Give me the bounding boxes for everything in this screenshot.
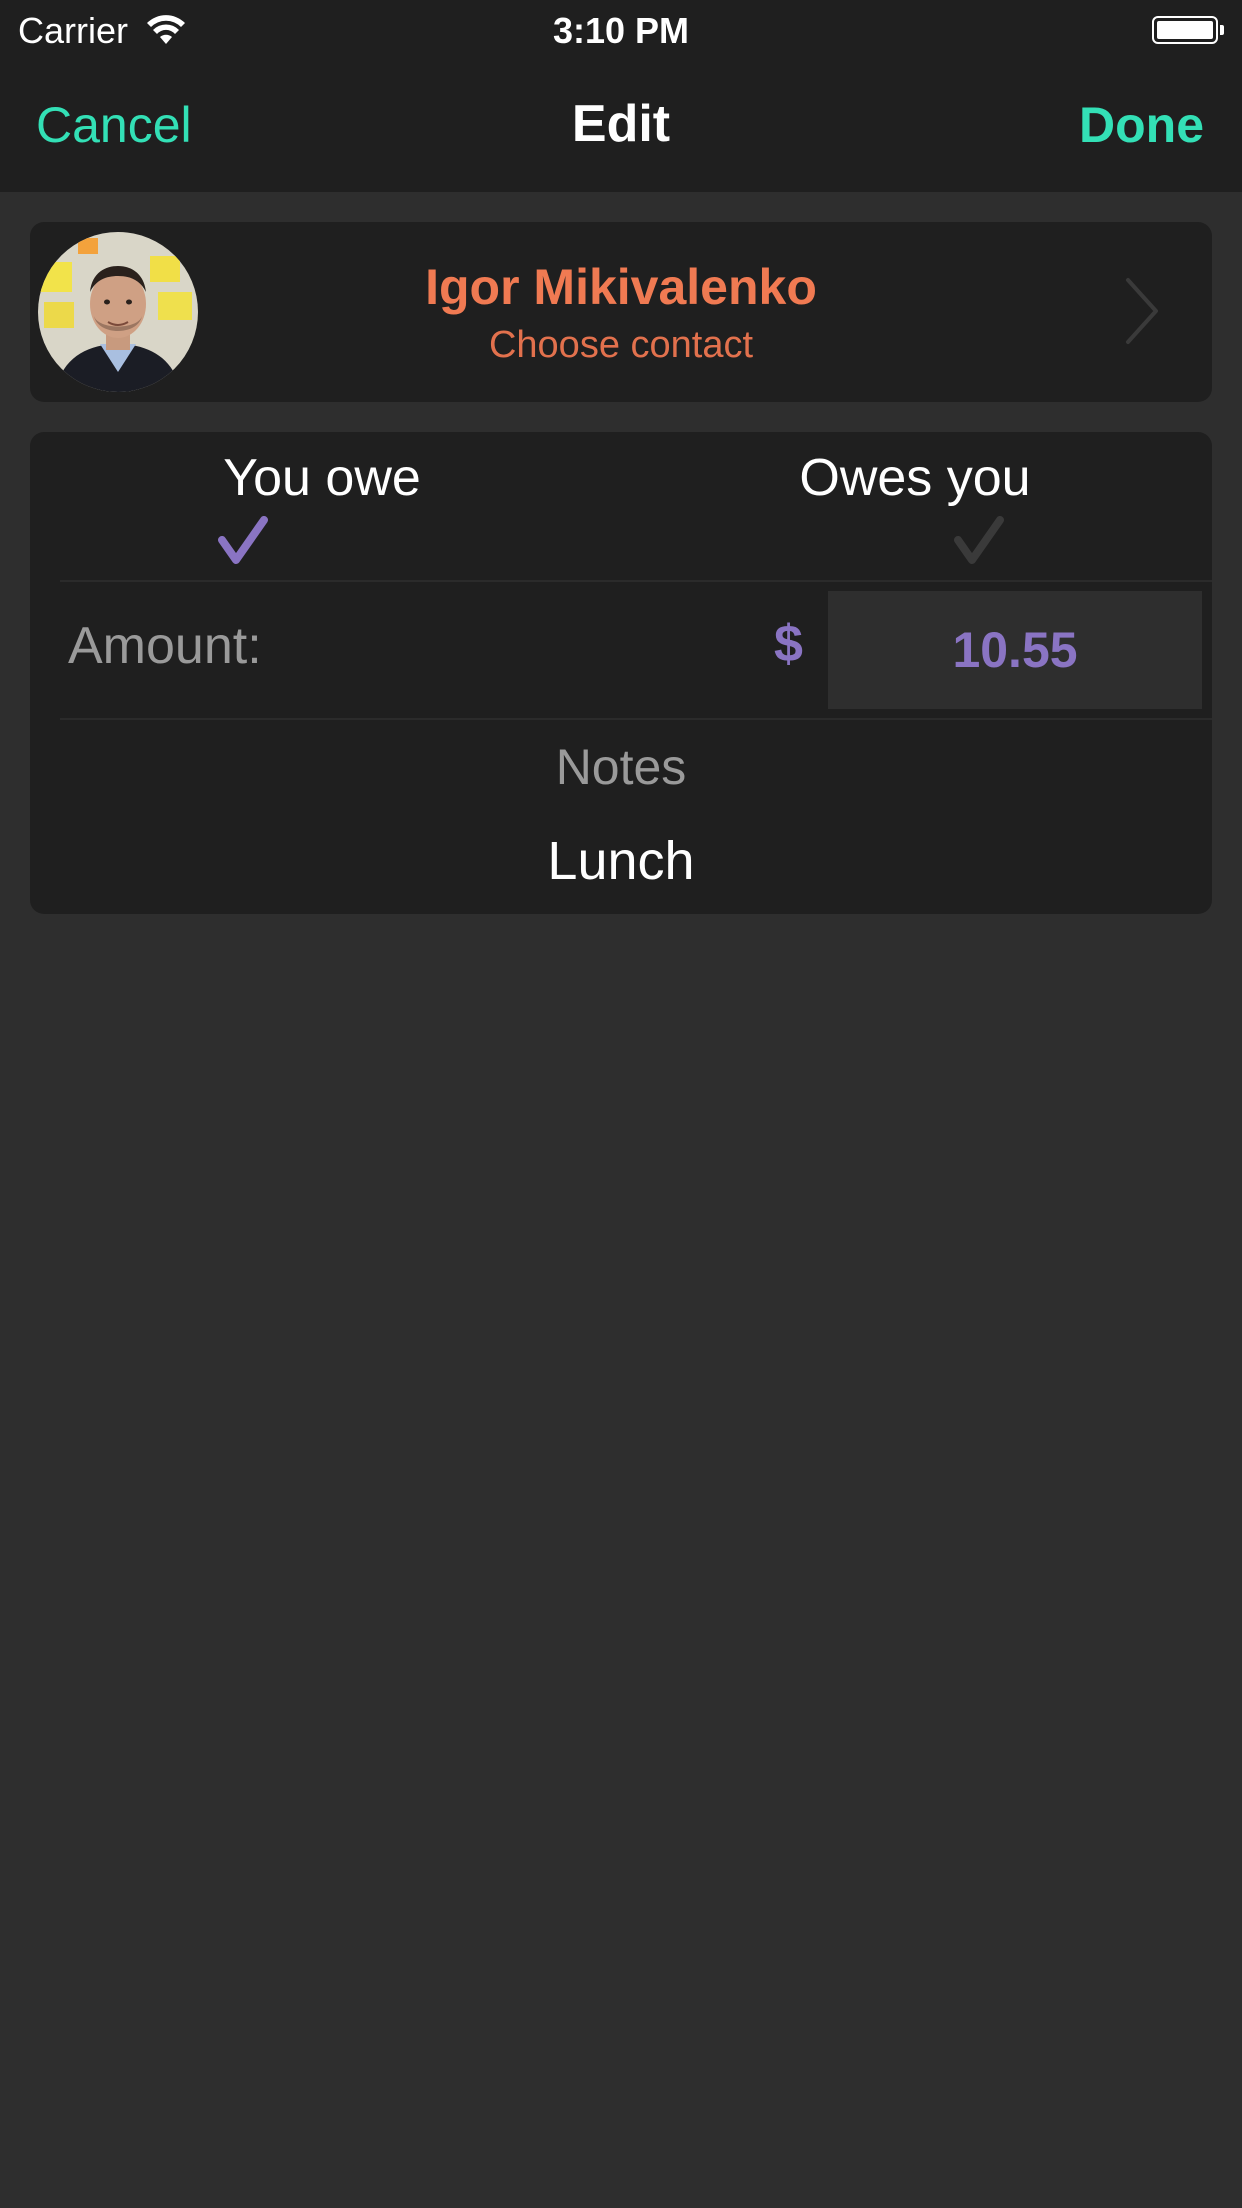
you-owe-checkmark-icon[interactable]: [216, 514, 270, 566]
navigation-bar: Cancel Edit Done: [0, 60, 1242, 192]
page-title: Edit: [571, 95, 671, 153]
notes-label: Notes: [555, 739, 687, 795]
you-owe-option[interactable]: You owe: [122, 448, 522, 508]
contact-name: Igor Mikivalenko: [425, 259, 817, 315]
divider: [60, 718, 1212, 720]
contact-picker[interactable]: Igor Mikivalenko Choose contact: [30, 222, 1212, 402]
battery-nub: [1220, 25, 1224, 35]
amount-label: Amount:: [68, 617, 262, 675]
done-button[interactable]: Done: [1079, 96, 1204, 154]
status-bar: Carrier 3:10 PM: [0, 0, 1242, 60]
chevron-right-icon: [1126, 278, 1158, 344]
choose-contact-label: Choose contact: [488, 324, 754, 366]
divider: [60, 580, 1212, 582]
currency-symbol: $: [774, 615, 803, 673]
owes-you-checkmark-icon[interactable]: [952, 514, 1006, 566]
amount-input[interactable]: 10.55: [828, 591, 1202, 709]
battery-icon: [1152, 16, 1218, 44]
clock: 3:10 PM: [552, 10, 690, 51]
notes-input[interactable]: Lunch: [30, 830, 1212, 892]
debt-details-card: You owe Owes you Amount: $ 10.55 Notes L…: [30, 432, 1212, 914]
owes-you-option[interactable]: Owes you: [715, 448, 1115, 508]
